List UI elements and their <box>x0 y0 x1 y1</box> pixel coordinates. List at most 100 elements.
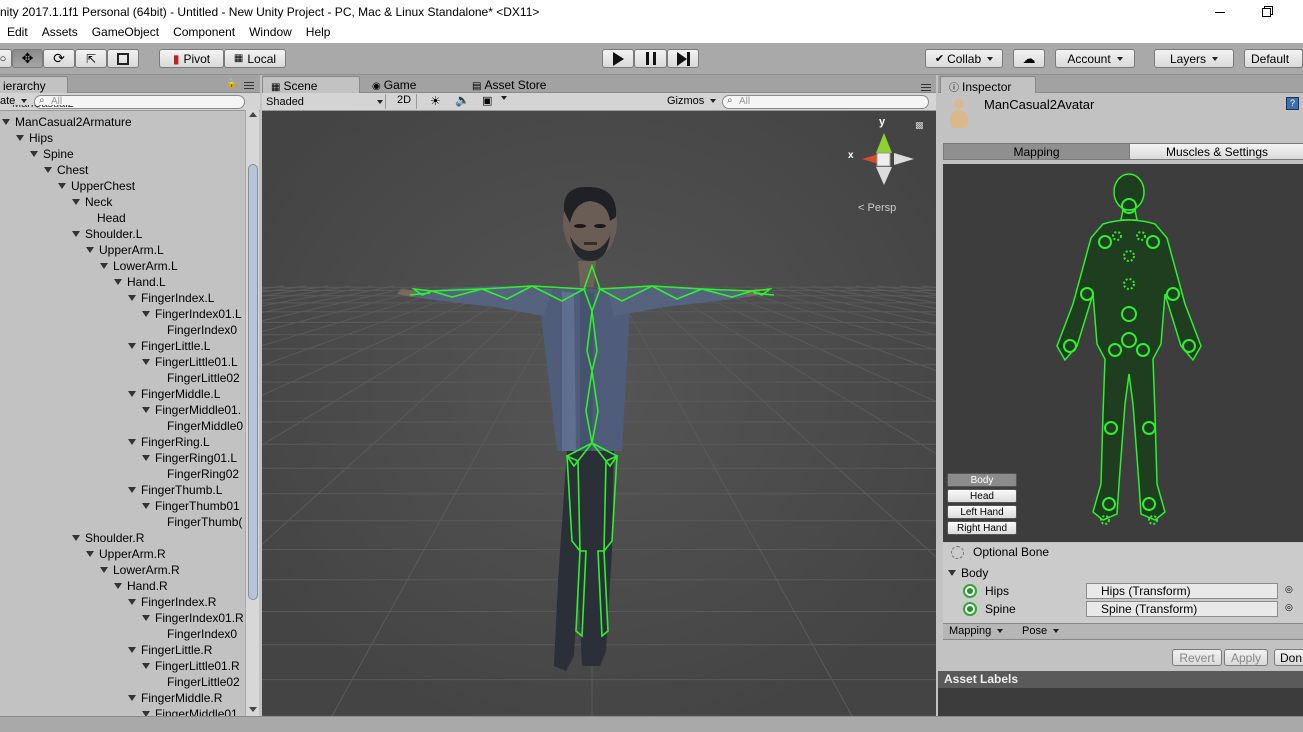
menu-component[interactable]: Component <box>166 24 242 43</box>
tree-row[interactable]: Hand.R <box>114 578 168 594</box>
scene-viewport[interactable]: y x ▩ < Persp <box>262 111 936 716</box>
expand-triangle-icon[interactable] <box>16 135 24 141</box>
tab-inspector[interactable]: ⓘ Inspector <box>940 76 1036 94</box>
hand-tool-button[interactable]: ○ <box>0 49 12 68</box>
expand-triangle-icon[interactable] <box>30 151 38 157</box>
tab-mapping[interactable]: Mapping <box>943 143 1130 160</box>
tab-game[interactable]: ◉ Game <box>364 76 424 93</box>
expand-triangle-icon[interactable] <box>142 615 150 621</box>
expand-triangle-icon[interactable] <box>114 279 122 285</box>
expand-triangle-icon[interactable] <box>100 567 108 573</box>
step-button[interactable] <box>667 49 699 68</box>
help-icon[interactable]: ? <box>1286 97 1299 110</box>
expand-triangle-icon[interactable] <box>128 391 136 397</box>
scroll-down-icon[interactable] <box>249 707 257 712</box>
gizmos-dropdown[interactable]: Gizmos <box>667 95 716 107</box>
lock-view-icon[interactable]: ▩ <box>915 120 924 131</box>
restore-button[interactable] <box>1243 0 1289 24</box>
head-view-button[interactable]: Head <box>947 489 1017 503</box>
left-hand-view-button[interactable]: Left Hand <box>947 505 1017 519</box>
lock-icon[interactable]: 🔒 <box>226 78 237 89</box>
expand-triangle-icon[interactable] <box>128 295 136 301</box>
tree-row[interactable]: FingerLittle.L <box>128 338 210 354</box>
tree-row[interactable]: Head <box>97 210 126 226</box>
pause-button[interactable] <box>634 49 667 68</box>
expand-triangle-icon[interactable] <box>58 183 66 189</box>
spine-picker-icon[interactable]: ◎ <box>1285 602 1293 613</box>
hierarchy-scroll-thumb[interactable] <box>248 164 258 600</box>
menu-gameobject[interactable]: GameObject <box>85 24 166 43</box>
local-toggle[interactable]: ▦ Local <box>224 49 286 68</box>
collab-dropdown[interactable]: ✔ Collab <box>925 49 1003 68</box>
minimize-button[interactable] <box>1197 0 1243 24</box>
tree-row[interactable]: FingerLittle02 <box>167 370 240 386</box>
tree-row[interactable]: FingerLittle.R <box>128 642 212 658</box>
menu-help[interactable]: Help <box>299 24 338 43</box>
expand-triangle-icon[interactable] <box>86 247 94 253</box>
expand-triangle-icon[interactable] <box>114 583 122 589</box>
tree-row[interactable]: FingerIndex0 <box>167 322 237 338</box>
tree-row[interactable]: FingerThumb.L <box>128 482 222 498</box>
expand-triangle-icon[interactable] <box>128 439 136 445</box>
tree-row[interactable]: FingerRing01.L <box>142 450 237 466</box>
tree-row[interactable]: LowerArm.R <box>100 562 180 578</box>
tree-row[interactable]: ManCasual2Armature <box>2 114 132 130</box>
mapping-menu-dropdown[interactable]: Mapping <box>949 625 1003 637</box>
account-dropdown[interactable]: Account <box>1055 49 1135 68</box>
expand-triangle-icon[interactable] <box>128 487 136 493</box>
expand-triangle-icon[interactable] <box>86 551 94 557</box>
tree-row[interactable]: UpperChest <box>58 178 135 194</box>
tree-row[interactable]: FingerIndex01.L <box>142 306 242 322</box>
tree-row[interactable]: UpperArm.L <box>86 242 164 258</box>
tree-row[interactable]: FingerIndex01.R <box>142 610 244 626</box>
shading-mode-dropdown[interactable]: Shaded <box>266 94 386 109</box>
expand-triangle-icon[interactable] <box>142 311 150 317</box>
tree-row[interactable]: Shoulder.R <box>72 530 144 546</box>
expand-triangle-icon[interactable] <box>142 407 150 413</box>
pivot-toggle[interactable]: ▮ Pivot <box>159 49 224 68</box>
tree-row[interactable]: FingerIndex0 <box>167 626 237 642</box>
effects-icon[interactable]: ▣ <box>482 94 492 107</box>
tree-row[interactable]: Hips <box>16 130 53 146</box>
pose-menu-dropdown[interactable]: Pose <box>1022 625 1059 637</box>
expand-triangle-icon[interactable] <box>44 167 52 173</box>
lighting-icon[interactable]: ☀ <box>430 94 441 108</box>
cloud-button[interactable]: ☁ <box>1013 49 1045 68</box>
tree-row[interactable]: Chest <box>44 162 88 178</box>
rotate-tool-button[interactable]: ⟳ <box>43 49 75 68</box>
apply-button[interactable]: Apply <box>1224 649 1268 666</box>
tree-row[interactable]: FingerLittle02 <box>167 674 240 690</box>
menu-edit[interactable]: Edit <box>0 24 35 43</box>
tree-row[interactable]: FingerThumb( <box>167 514 242 530</box>
mode-2d-toggle[interactable]: 2D <box>392 94 417 109</box>
play-button[interactable] <box>602 49 634 68</box>
tree-row[interactable]: FingerIndex.R <box>128 594 216 610</box>
tree-row[interactable]: Neck <box>72 194 112 210</box>
scene-menu-icon[interactable] <box>921 84 931 91</box>
tree-row[interactable]: FingerLittle01.L <box>142 354 238 370</box>
tree-row[interactable]: UpperArm.R <box>86 546 166 562</box>
hierarchy-scrollbar[interactable] <box>245 110 259 716</box>
hips-picker-icon[interactable]: ◎ <box>1285 584 1293 595</box>
scene-canvas[interactable] <box>262 111 936 716</box>
tab-muscles-settings[interactable]: Muscles & Settings <box>1129 143 1303 160</box>
panel-menu-icon[interactable] <box>244 82 254 89</box>
tree-row[interactable]: FingerRing.L <box>128 434 210 450</box>
tree-row[interactable]: FingerMiddle.R <box>128 690 222 706</box>
rect-tool-button[interactable] <box>107 49 139 68</box>
tree-row[interactable]: Shoulder.L <box>72 226 142 242</box>
scale-tool-button[interactable]: ⇱ <box>75 49 107 68</box>
layers-dropdown[interactable]: Layers <box>1154 49 1234 68</box>
expand-triangle-icon[interactable] <box>142 503 150 509</box>
menu-assets[interactable]: Assets <box>35 24 85 43</box>
expand-triangle-icon[interactable] <box>72 535 80 541</box>
tree-row[interactable]: FingerIndex.L <box>128 290 214 306</box>
gizmo-center[interactable] <box>876 152 891 167</box>
expand-triangle-icon[interactable] <box>128 647 136 653</box>
scene-search-input[interactable]: All <box>722 95 929 109</box>
tab-hierarchy[interactable]: ierarchy <box>0 76 68 93</box>
expand-triangle-icon[interactable] <box>128 695 136 701</box>
tree-row[interactable]: FingerMiddle.L <box>128 386 220 402</box>
tree-row[interactable]: Hand.L <box>114 274 166 290</box>
done-button[interactable]: Don <box>1274 649 1303 666</box>
